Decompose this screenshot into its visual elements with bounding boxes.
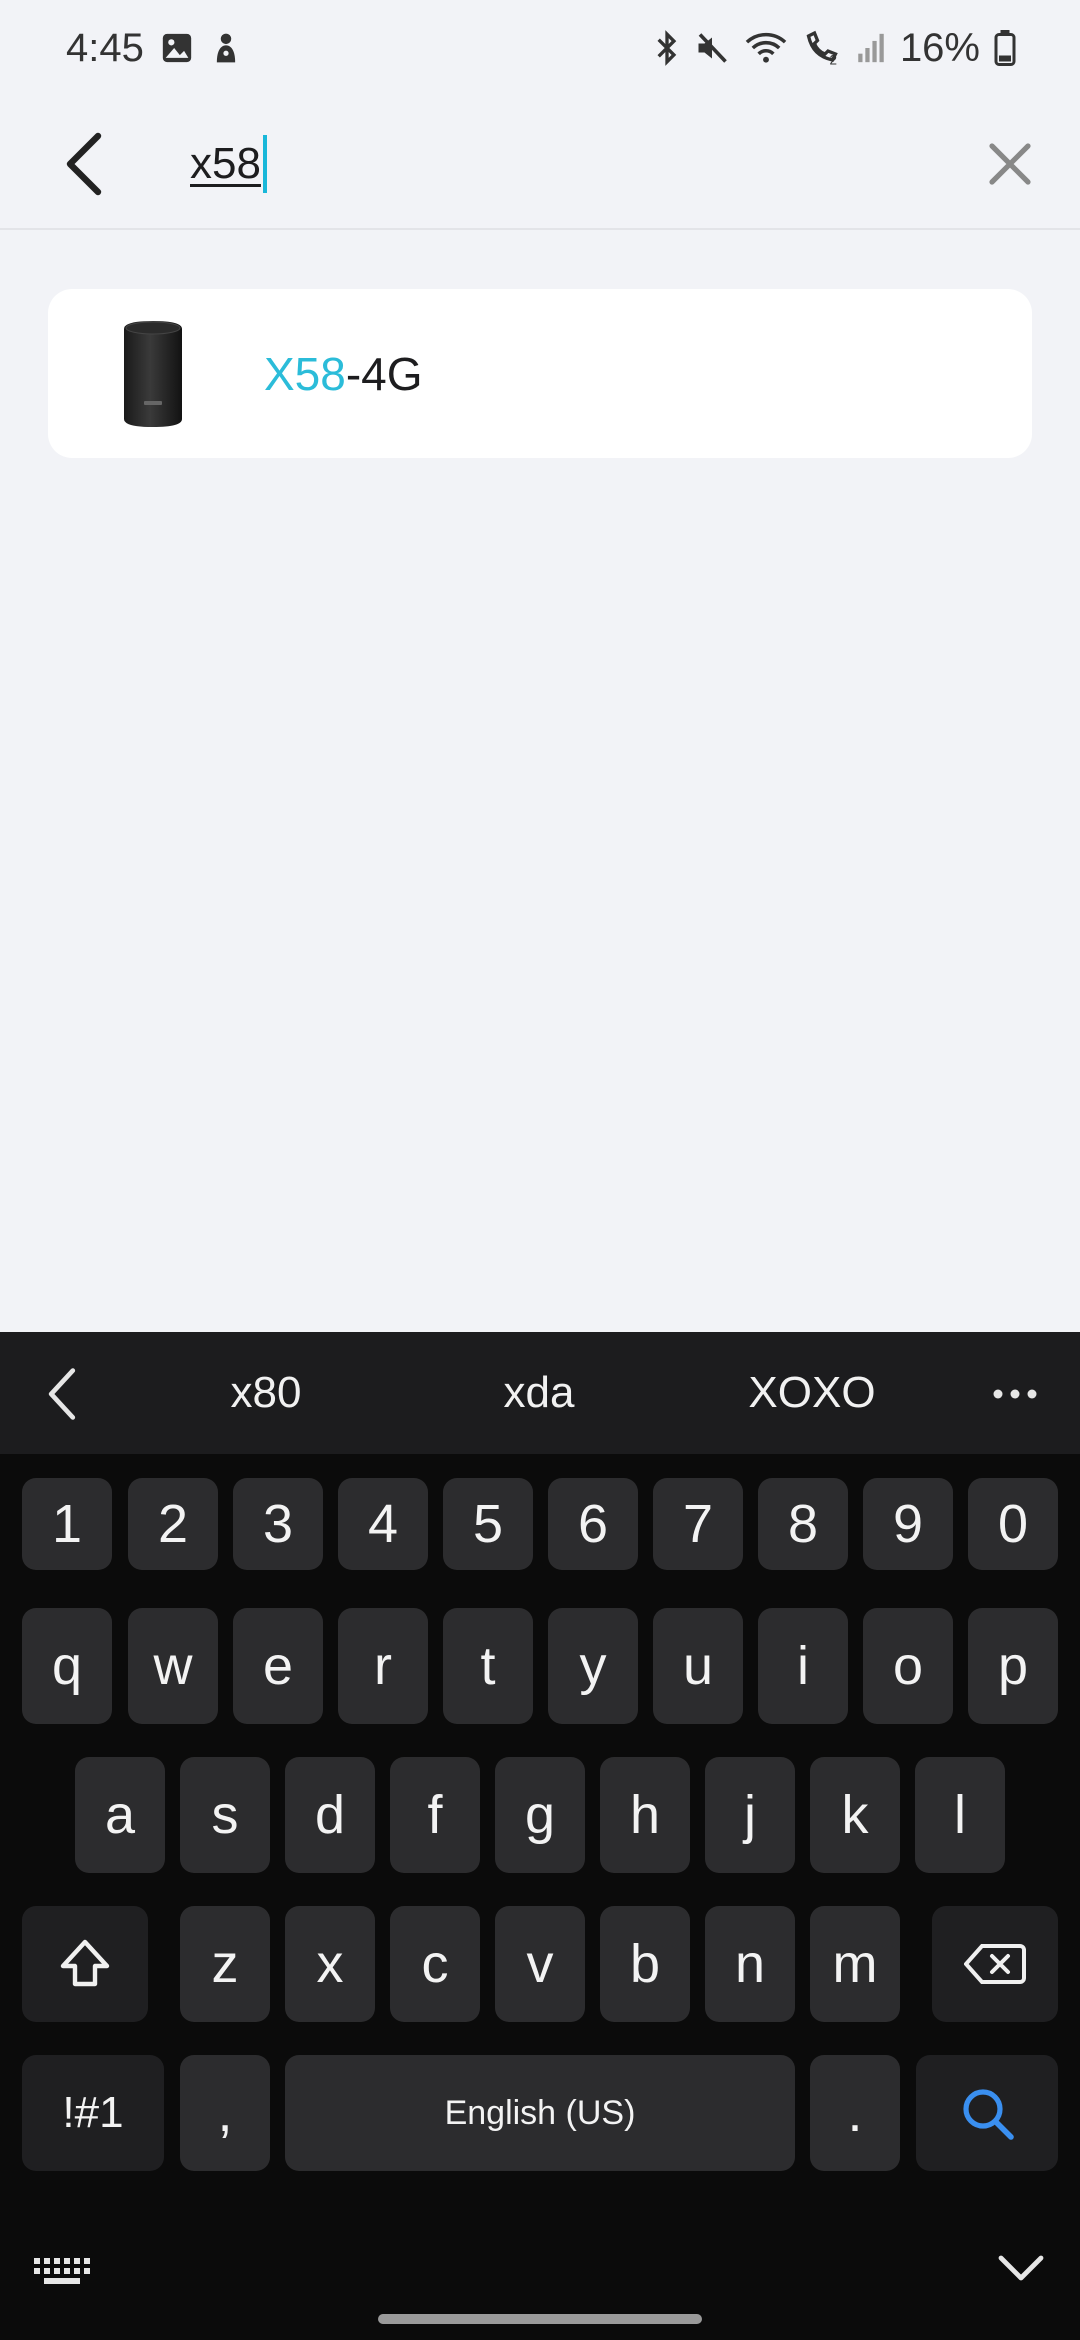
search-header: x58 <box>0 96 1080 230</box>
key-h[interactable]: h <box>600 1757 690 1873</box>
key-f[interactable]: f <box>390 1757 480 1873</box>
keyboard-switch-button[interactable] <box>26 2248 98 2296</box>
suggestion-back-button[interactable] <box>22 1354 102 1434</box>
backspace-icon <box>964 1944 1026 1984</box>
result-label: X58 -4G <box>264 289 423 458</box>
home-indicator[interactable] <box>378 2314 702 2324</box>
chevron-left-icon <box>66 132 102 196</box>
battery-icon <box>994 30 1016 66</box>
shift-arrow-icon <box>60 1939 110 1987</box>
key-s[interactable]: s <box>180 1757 270 1873</box>
result-rest-text: -4G <box>345 347 423 400</box>
key-g[interactable]: g <box>495 1757 585 1873</box>
backspace-key[interactable] <box>932 1906 1058 2022</box>
key-o[interactable]: o <box>863 1608 953 1724</box>
bluetooth-icon <box>654 30 680 66</box>
key-3[interactable]: 3 <box>233 1478 323 1570</box>
svg-text:2: 2 <box>829 53 837 67</box>
key-8[interactable]: 8 <box>758 1478 848 1570</box>
key-l[interactable]: l <box>915 1757 1005 1873</box>
text-caret <box>262 135 267 193</box>
result-match-text: X58 <box>264 347 346 400</box>
period-key[interactable]: . <box>810 2055 900 2171</box>
status-time: 4:45 <box>66 25 144 70</box>
key-w[interactable]: w <box>128 1608 218 1724</box>
key-a[interactable]: a <box>75 1757 165 1873</box>
suggestion-3[interactable]: XOXO <box>712 1332 912 1454</box>
key-4[interactable]: 4 <box>338 1478 428 1570</box>
wifi-calling-icon: 2 <box>802 30 842 66</box>
space-key[interactable]: English (US) <box>285 2055 795 2171</box>
key-p[interactable]: p <box>968 1608 1058 1724</box>
key-x[interactable]: x <box>285 1906 375 2022</box>
search-key[interactable] <box>916 2055 1058 2171</box>
key-t[interactable]: t <box>443 1608 533 1724</box>
more-options-button[interactable] <box>975 1354 1055 1434</box>
search-input[interactable]: x58 <box>190 124 267 204</box>
chevron-left-icon <box>48 1368 76 1420</box>
key-u[interactable]: u <box>653 1608 743 1724</box>
key-2[interactable]: 2 <box>128 1478 218 1570</box>
router-tower-icon <box>124 321 182 427</box>
key-9[interactable]: 9 <box>863 1478 953 1570</box>
key-z[interactable]: z <box>180 1906 270 2022</box>
shift-key[interactable] <box>22 1906 148 2022</box>
keyboard: x80 xda XOXO 1 2 3 4 5 6 7 8 9 0 q w e r… <box>0 1332 1080 2340</box>
more-dots-icon <box>993 1389 1037 1399</box>
mute-icon <box>694 30 730 66</box>
close-icon <box>989 143 1031 185</box>
back-button[interactable] <box>34 114 134 214</box>
key-q[interactable]: q <box>22 1608 112 1724</box>
key-1[interactable]: 1 <box>22 1478 112 1570</box>
signal-icon <box>856 31 886 65</box>
search-icon <box>963 2089 1014 2140</box>
key-i[interactable]: i <box>758 1608 848 1724</box>
key-n[interactable]: n <box>705 1906 795 2022</box>
key-6[interactable]: 6 <box>548 1478 638 1570</box>
comma-key[interactable]: , <box>180 2055 270 2171</box>
wifi-icon <box>744 30 788 66</box>
key-m[interactable]: m <box>810 1906 900 2022</box>
symbols-label: !#1 <box>62 2088 124 2137</box>
chevron-down-icon <box>998 2255 1044 2281</box>
suggestion-1[interactable]: x80 <box>166 1332 366 1454</box>
key-0[interactable]: 0 <box>968 1478 1058 1570</box>
key-k[interactable]: k <box>810 1757 900 1873</box>
key-b[interactable]: b <box>600 1906 690 2022</box>
key-y[interactable]: y <box>548 1608 638 1724</box>
key-j[interactable]: j <box>705 1757 795 1873</box>
key-c[interactable]: c <box>390 1906 480 2022</box>
battery-percent: 16% <box>899 25 980 70</box>
clear-search-button[interactable] <box>960 119 1060 209</box>
suggestion-2[interactable]: xda <box>439 1332 639 1454</box>
notification-app-icon <box>210 31 242 65</box>
key-v[interactable]: v <box>495 1906 585 2022</box>
key-d[interactable]: d <box>285 1757 375 1873</box>
gallery-icon <box>160 31 194 65</box>
key-e[interactable]: e <box>233 1608 323 1724</box>
search-query-text: x58 <box>190 139 261 188</box>
key-r[interactable]: r <box>338 1608 428 1724</box>
status-bar: 4:45 2 16% <box>0 0 1080 96</box>
suggestion-bar: x80 xda XOXO <box>0 1332 1080 1454</box>
key-5[interactable]: 5 <box>443 1478 533 1570</box>
keyboard-grid-icon <box>34 2258 90 2284</box>
key-7[interactable]: 7 <box>653 1478 743 1570</box>
hide-keyboard-button[interactable] <box>985 2238 1057 2298</box>
search-result-item[interactable]: X58 -4G <box>48 289 1032 458</box>
symbols-key[interactable]: !#1 <box>22 2055 164 2171</box>
